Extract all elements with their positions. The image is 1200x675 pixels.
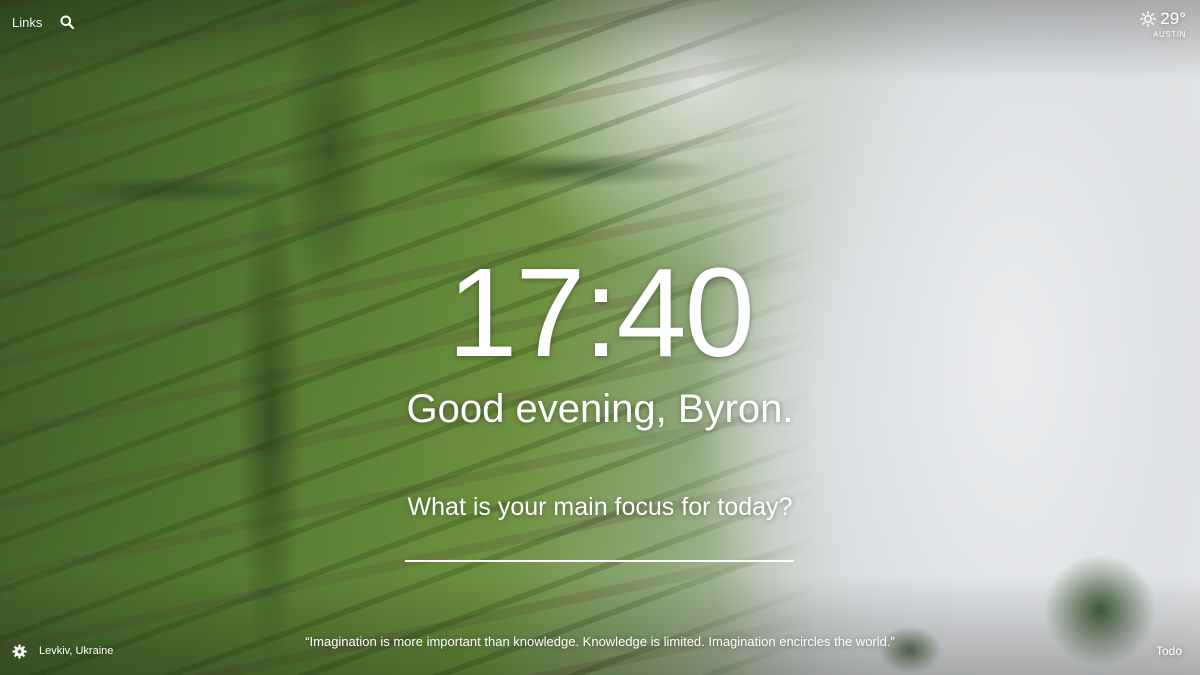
weather-widget[interactable]: 29° AUSTIN [1140, 9, 1186, 39]
daily-quote[interactable]: “Imagination is more important than know… [300, 634, 900, 650]
weather-city: AUSTIN [1153, 30, 1186, 39]
todo-button[interactable]: Todo [1156, 644, 1182, 658]
search-icon[interactable] [60, 15, 74, 29]
links-button[interactable]: Links [12, 15, 42, 30]
clock: 17:40 [447, 242, 754, 383]
new-tab-dashboard: Links 29° AUSTIN 17:40 Good evening, Byr… [0, 0, 1200, 675]
focus-question: What is your main focus for today? [407, 493, 793, 521]
focus-input[interactable] [405, 530, 794, 562]
photo-location[interactable]: Levkiv, Ukraine [39, 645, 113, 657]
greeting: Good evening, Byron. [406, 387, 794, 431]
sun-icon [1140, 11, 1157, 27]
weather-row: 29° [1140, 9, 1186, 29]
gear-icon[interactable] [12, 644, 27, 659]
temperature: 29° [1160, 9, 1186, 28]
